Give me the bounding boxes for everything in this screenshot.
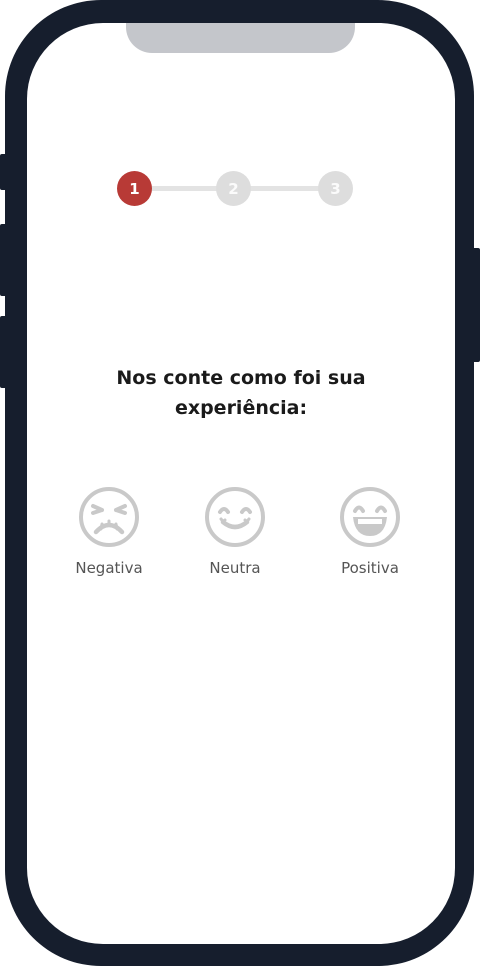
question-line-1: Nos conte como foi sua xyxy=(116,367,366,389)
side-button-power xyxy=(472,248,480,362)
step-3: 3 xyxy=(318,171,353,206)
stepper-connector xyxy=(247,186,325,191)
step-number: 3 xyxy=(330,179,341,198)
notch xyxy=(126,23,355,53)
option-label: Neutra xyxy=(209,559,261,577)
step-number: 2 xyxy=(228,179,239,198)
screen: 1 2 3 Nos conte como foi sua experiência… xyxy=(27,23,455,944)
side-button-mute xyxy=(0,154,7,190)
step-1: 1 xyxy=(117,171,152,206)
question-heading: Nos conte como foi sua experiência: xyxy=(57,363,425,423)
step-number: 1 xyxy=(129,179,140,198)
step-2: 2 xyxy=(216,171,251,206)
side-button-volume-up xyxy=(0,224,7,296)
smiling-face-icon xyxy=(205,487,265,547)
progress-stepper: 1 2 3 xyxy=(117,171,353,207)
question-line-2: experiência: xyxy=(174,397,308,419)
option-label: Positiva xyxy=(341,559,399,577)
side-button-volume-down xyxy=(0,316,7,388)
option-negativa[interactable]: Negativa xyxy=(49,486,169,577)
grinning-face-icon xyxy=(340,487,400,547)
option-positiva[interactable]: Positiva xyxy=(310,486,430,577)
angry-face-icon xyxy=(79,487,139,547)
stepper-connector xyxy=(147,186,227,191)
option-label: Negativa xyxy=(75,559,143,577)
option-neutra[interactable]: Neutra xyxy=(175,486,295,577)
